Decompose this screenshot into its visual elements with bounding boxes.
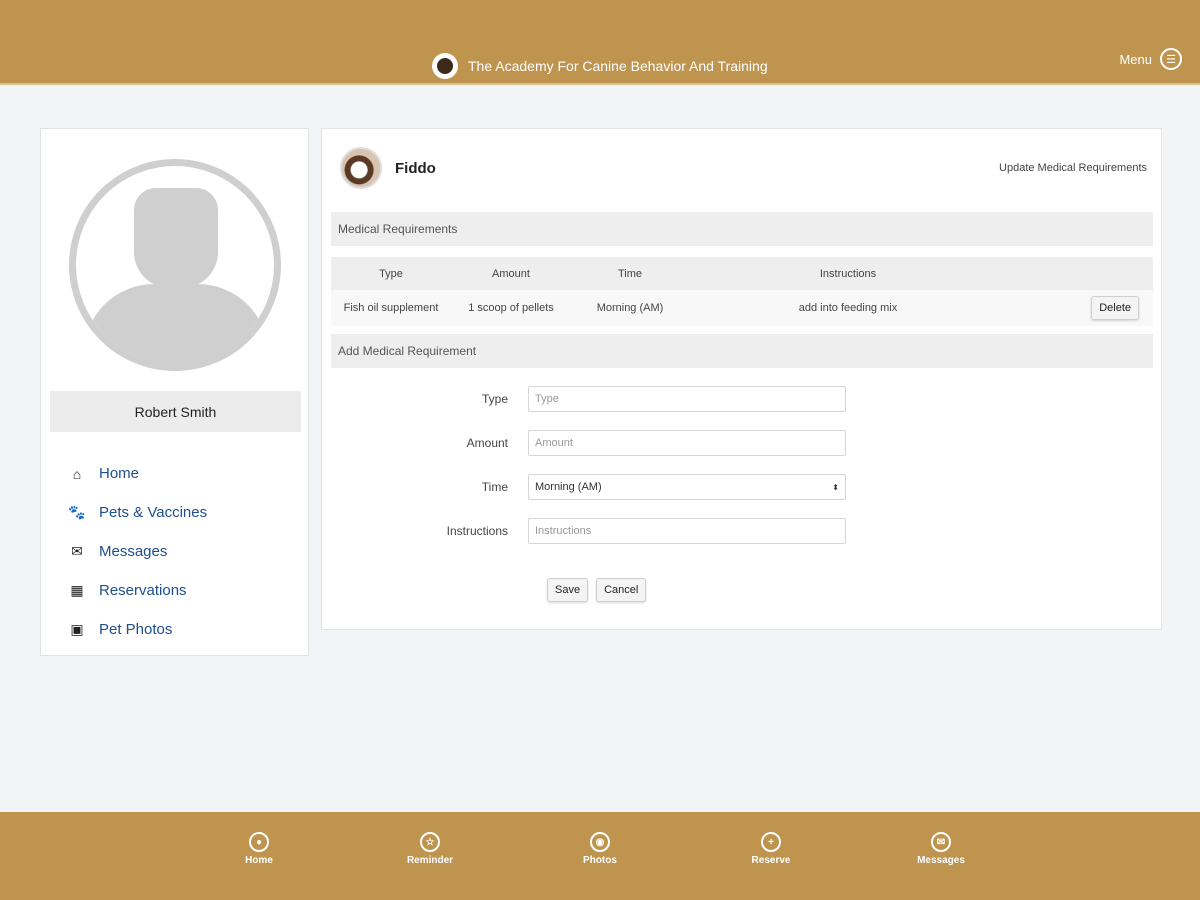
bottom-nav: ● Home ☆ Reminder ◉ Photos + Reserve ✉ Messag…	[0, 812, 1200, 900]
bottom-nav-photos[interactable]: ◉ Photos	[560, 832, 640, 866]
bottom-nav-label: Home	[245, 855, 273, 866]
type-input[interactable]: Type	[528, 386, 846, 412]
sidebar-item-label: Reservations	[99, 582, 187, 599]
amount-label: Amount	[466, 436, 508, 450]
type-label: Type	[481, 392, 508, 406]
menu-icon: ☰	[1160, 48, 1182, 70]
sidebar-item-label: Pets & Vaccines	[99, 504, 208, 521]
plus-icon: +	[761, 832, 781, 852]
amount-row: Amount Amount	[422, 430, 846, 456]
academy-logo-icon	[432, 53, 458, 79]
time-row: Time Morning (AM) ⬍	[422, 474, 846, 500]
col-time: Time	[617, 267, 643, 280]
sidebar-nav: ⌂ Home 🐾 Pets & Vaccines ✉ Messages ▦ Reserv…	[67, 454, 207, 649]
sidebar-item-pet-photos[interactable]: ▣ Pet Photos	[67, 610, 207, 649]
user-name: Robert Smith	[50, 391, 301, 432]
form-actions: Save Cancel	[547, 578, 647, 602]
col-instructions: Instructions	[819, 267, 877, 280]
table-row: Fish oil supplement 1 scoop of pellets M…	[331, 290, 1153, 326]
top-bar: The Academy For Canine Behavior And Trai…	[0, 0, 1200, 85]
sidebar-item-label: Home	[99, 465, 140, 482]
cell-amount: 1 scoop of pellets	[468, 302, 554, 314]
cell-instructions: add into feeding mix	[798, 302, 898, 314]
time-select[interactable]: Morning (AM) ⬍	[528, 474, 846, 500]
bottom-nav-reminder[interactable]: ☆ Reminder	[390, 832, 470, 866]
envelope-icon: ✉	[931, 832, 951, 852]
sidebar-item-label: Pet Photos	[99, 621, 173, 638]
app-title: The Academy For Canine Behavior And Trai…	[468, 58, 768, 74]
pet-name: Fiddo	[395, 160, 436, 177]
col-type: Type	[379, 267, 403, 280]
bottom-nav-label: Reminder	[406, 855, 454, 866]
col-amount: Amount	[492, 267, 530, 280]
user-avatar	[69, 159, 281, 371]
instructions-row: Instructions Instructions	[422, 518, 846, 544]
star-icon: ☆	[420, 832, 440, 852]
time-label: Time	[481, 480, 508, 494]
brand[interactable]: The Academy For Canine Behavior And Trai…	[432, 53, 768, 79]
bottom-nav-label: Messages	[917, 855, 965, 866]
delete-button[interactable]: Delete	[1091, 296, 1139, 320]
pet-avatar	[340, 147, 382, 189]
menu-label: Menu	[1119, 51, 1152, 67]
cell-time: Morning (AM)	[596, 302, 664, 314]
instructions-input[interactable]: Instructions	[528, 518, 846, 544]
camera-icon: ◉	[590, 832, 610, 852]
bottom-nav-home[interactable]: ● Home	[219, 832, 299, 866]
medical-panel: Fiddo Update Medical Requirements Medica…	[321, 128, 1162, 630]
amount-input[interactable]: Amount	[528, 430, 846, 456]
bottom-nav-messages[interactable]: ✉ Messages	[901, 832, 981, 866]
cell-type: Fish oil supplement	[343, 302, 439, 314]
user-icon: ●	[249, 832, 269, 852]
cancel-button[interactable]: Cancel	[596, 578, 647, 602]
menu-button[interactable]: Menu ☰	[1119, 48, 1182, 70]
image-icon: ▣	[70, 621, 84, 637]
sidebar-item-label: Messages	[99, 543, 168, 560]
select-arrows-icon: ⬍	[832, 482, 839, 492]
paw-icon: 🐾	[68, 504, 86, 520]
type-row: Type Type	[422, 386, 846, 412]
envelope-icon: ✉	[71, 543, 83, 559]
section-header: Medical Requirements	[331, 212, 1153, 246]
sidebar-item-pets-vaccines[interactable]: 🐾 Pets & Vaccines	[67, 493, 207, 532]
bottom-nav-label: Reserve	[751, 855, 791, 866]
sidebar-item-reservations[interactable]: ▦ Reservations	[67, 571, 207, 610]
medical-table: Type Amount Time Instructions Fish oil s…	[331, 257, 1153, 326]
calendar-icon: ▦	[70, 582, 84, 598]
add-section-header: Add Medical Requirement	[331, 334, 1153, 368]
instructions-label: Instructions	[446, 524, 508, 538]
bottom-nav-label: Photos	[583, 855, 617, 866]
sidebar-item-home[interactable]: ⌂ Home	[67, 454, 207, 493]
home-icon: ⌂	[72, 465, 82, 482]
sidebar-item-messages[interactable]: ✉ Messages	[67, 532, 207, 571]
time-value: Morning (AM)	[535, 481, 602, 493]
profile-sidebar: Robert Smith ⌂ Home 🐾 Pets & Vaccines ✉ Mes…	[40, 128, 309, 656]
table-header: Type Amount Time Instructions	[331, 257, 1153, 290]
update-medical-link[interactable]: Update Medical Requirements	[999, 162, 1147, 174]
save-button[interactable]: Save	[547, 578, 589, 602]
bottom-nav-reserve[interactable]: + Reserve	[731, 832, 811, 866]
